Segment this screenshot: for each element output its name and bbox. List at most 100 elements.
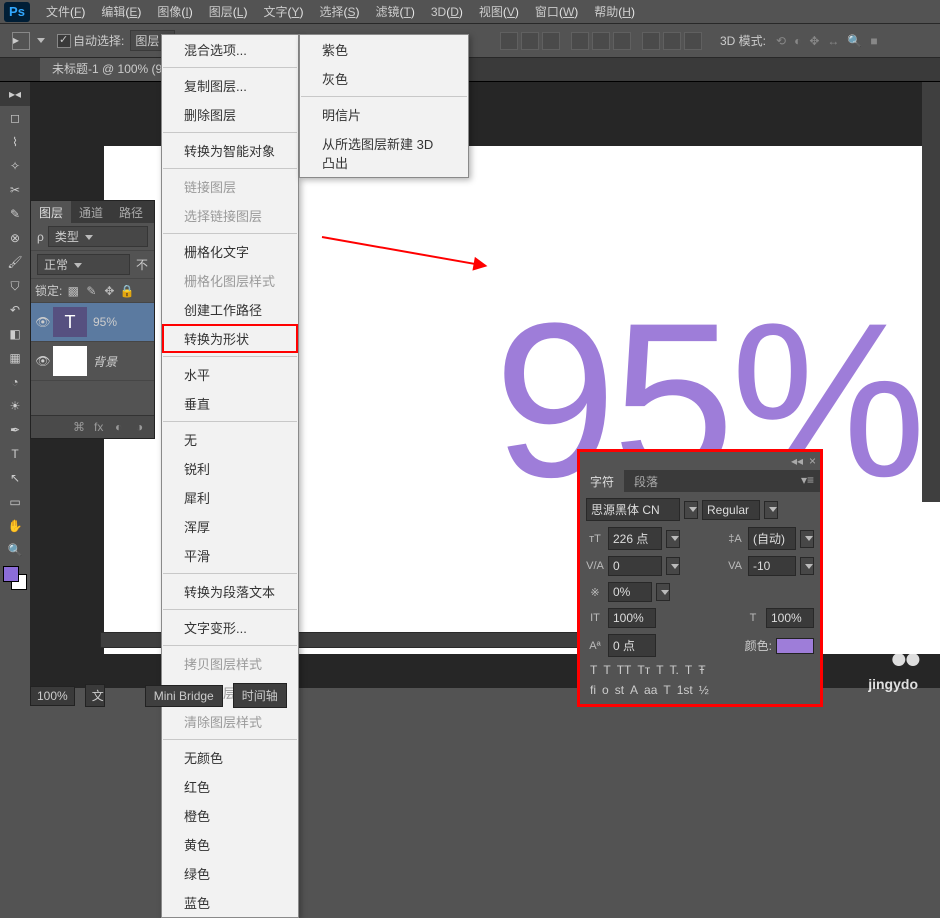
move-tool[interactable]: ▸◂ <box>0 82 30 106</box>
menu-item[interactable]: 橙色 <box>162 801 298 830</box>
close-icon[interactable]: × <box>809 454 816 468</box>
link-icon[interactable]: ⌘ <box>73 420 89 434</box>
menu-filter[interactable]: 滤镜(T) <box>368 0 423 24</box>
menu-3d[interactable]: 3D(D) <box>423 0 471 24</box>
strike-button[interactable]: Ŧ <box>698 663 705 677</box>
ot-button[interactable]: fi <box>590 683 596 697</box>
eraser-tool[interactable]: ◧ <box>0 322 30 346</box>
tracking-field[interactable]: -10 <box>748 556 796 576</box>
lock-paint-icon[interactable]: ✎ <box>84 284 98 298</box>
font-style-dd[interactable] <box>764 501 778 519</box>
menu-item[interactable]: 栅格化文字 <box>162 237 298 266</box>
layer-filter-dropdown[interactable]: 类型 <box>48 226 148 247</box>
foreground-swatch[interactable] <box>3 566 19 582</box>
sub-button[interactable]: T. <box>670 663 679 677</box>
menu-item[interactable]: 转换为智能对象 <box>162 136 298 165</box>
align-icon[interactable] <box>500 32 518 50</box>
menu-image[interactable]: 图像(I) <box>149 0 200 24</box>
layer-row[interactable]: 👁 T 95% <box>31 303 154 342</box>
hscale-field[interactable]: 100% <box>766 608 814 628</box>
tracking-dd[interactable] <box>800 557 814 575</box>
lock-position-icon[interactable]: ✥ <box>102 284 116 298</box>
menu-item[interactable]: 转换为形状 <box>162 324 298 353</box>
text-color-swatch[interactable] <box>776 638 814 654</box>
menu-item[interactable]: 创建工作路径 <box>162 295 298 324</box>
menu-item[interactable]: 从所选图层新建 3D 凸出 <box>300 129 468 177</box>
menu-item[interactable]: 黄色 <box>162 830 298 859</box>
marquee-tool[interactable]: ◻ <box>0 106 30 130</box>
menu-view[interactable]: 视图(V) <box>471 0 527 24</box>
roll-icon[interactable]: ◐ <box>794 34 801 48</box>
tool-preset-icon[interactable]: ▸ <box>12 32 30 50</box>
font-size-field[interactable]: 226 点 <box>608 527 662 550</box>
type-tool[interactable]: T <box>0 442 30 466</box>
tab-paragraph[interactable]: 段落 <box>624 470 668 492</box>
fx-icon[interactable]: fx <box>94 420 110 434</box>
menu-item[interactable]: 浑厚 <box>162 512 298 541</box>
menu-item[interactable]: 无颜色 <box>162 743 298 772</box>
lock-all-icon[interactable]: 🔒 <box>120 284 134 298</box>
menu-item[interactable]: 垂直 <box>162 389 298 418</box>
autoselect-checkbox[interactable] <box>57 34 71 48</box>
hand-tool[interactable]: ✋ <box>0 514 30 538</box>
tab-channels[interactable]: 通道 <box>71 201 111 223</box>
align-icon[interactable] <box>542 32 560 50</box>
layer-name[interactable]: 背景 <box>93 353 117 370</box>
menu-item[interactable]: 蓝色 <box>162 888 298 917</box>
gradient-tool[interactable]: ▦ <box>0 346 30 370</box>
align-icon[interactable] <box>663 32 681 50</box>
tab-paths[interactable]: 路径 <box>111 201 151 223</box>
timeline-button[interactable]: 时间轴 <box>233 683 287 708</box>
heal-tool[interactable]: ⊗ <box>0 226 30 250</box>
tab-character[interactable]: 字符 <box>580 470 624 492</box>
menu-item[interactable]: 锐利 <box>162 454 298 483</box>
ot-button[interactable]: 1st <box>677 683 693 697</box>
pan-icon[interactable]: ✥ <box>809 34 819 48</box>
align-icon[interactable] <box>684 32 702 50</box>
zoom-icon[interactable]: 🔍 <box>847 34 862 48</box>
menu-item[interactable]: 无 <box>162 425 298 454</box>
visibility-icon[interactable]: 👁 <box>33 354 53 368</box>
color-swatch[interactable] <box>3 566 27 590</box>
align-icon[interactable] <box>642 32 660 50</box>
mask-icon[interactable]: ◐ <box>115 420 131 434</box>
document-tab[interactable]: 未标题-1 @ 100% (9 <box>40 56 175 81</box>
zoom-tool[interactable]: 🔍 <box>0 538 30 562</box>
panel-menu-icon[interactable]: ▾≡ <box>795 470 820 492</box>
kerning-field[interactable]: 0 <box>608 556 662 576</box>
ot-button[interactable]: aa <box>644 683 657 697</box>
crop-tool[interactable]: ✂ <box>0 178 30 202</box>
font-size-dd[interactable] <box>666 530 680 548</box>
menu-type[interactable]: 文字(Y) <box>255 0 311 24</box>
menu-item[interactable]: 删除图层 <box>162 100 298 129</box>
menu-item[interactable]: 水平 <box>162 360 298 389</box>
font-style-field[interactable]: Regular <box>702 500 760 520</box>
menu-select[interactable]: 选择(S) <box>311 0 367 24</box>
super-button[interactable]: T <box>656 663 663 677</box>
leading-field[interactable]: (自动) <box>748 527 796 550</box>
font-family-field[interactable]: 思源黑体 CN <box>586 498 680 521</box>
right-dock[interactable] <box>922 82 940 502</box>
lock-pixels-icon[interactable]: ▩ <box>66 284 80 298</box>
smallcaps-button[interactable]: Tт <box>637 663 650 677</box>
menu-help[interactable]: 帮助(H) <box>586 0 643 24</box>
blend-mode-dropdown[interactable]: 正常 <box>37 254 130 275</box>
wand-tool[interactable]: ✧ <box>0 154 30 178</box>
zoom-field[interactable]: 100% <box>30 686 75 706</box>
baseline-field[interactable]: 0 点 <box>608 634 656 657</box>
doc-info[interactable]: 文 <box>85 684 105 707</box>
kerning-dd[interactable] <box>666 557 680 575</box>
ot-button[interactable]: T <box>663 683 670 697</box>
font-family-dd[interactable] <box>684 501 698 519</box>
blur-tool[interactable]: ◔ <box>0 370 30 394</box>
ot-button[interactable]: A <box>630 683 638 697</box>
slide-icon[interactable]: ↔ <box>827 34 839 48</box>
menu-item[interactable]: 犀利 <box>162 483 298 512</box>
tsume-dd[interactable] <box>656 583 670 601</box>
eyedropper-tool[interactable]: ✎ <box>0 202 30 226</box>
menu-item[interactable]: 紫色 <box>300 35 468 64</box>
ot-button[interactable]: st <box>615 683 624 697</box>
menu-item[interactable]: 绿色 <box>162 859 298 888</box>
menu-item[interactable]: 转换为段落文本 <box>162 577 298 606</box>
minibridge-button[interactable]: Mini Bridge <box>145 685 223 707</box>
